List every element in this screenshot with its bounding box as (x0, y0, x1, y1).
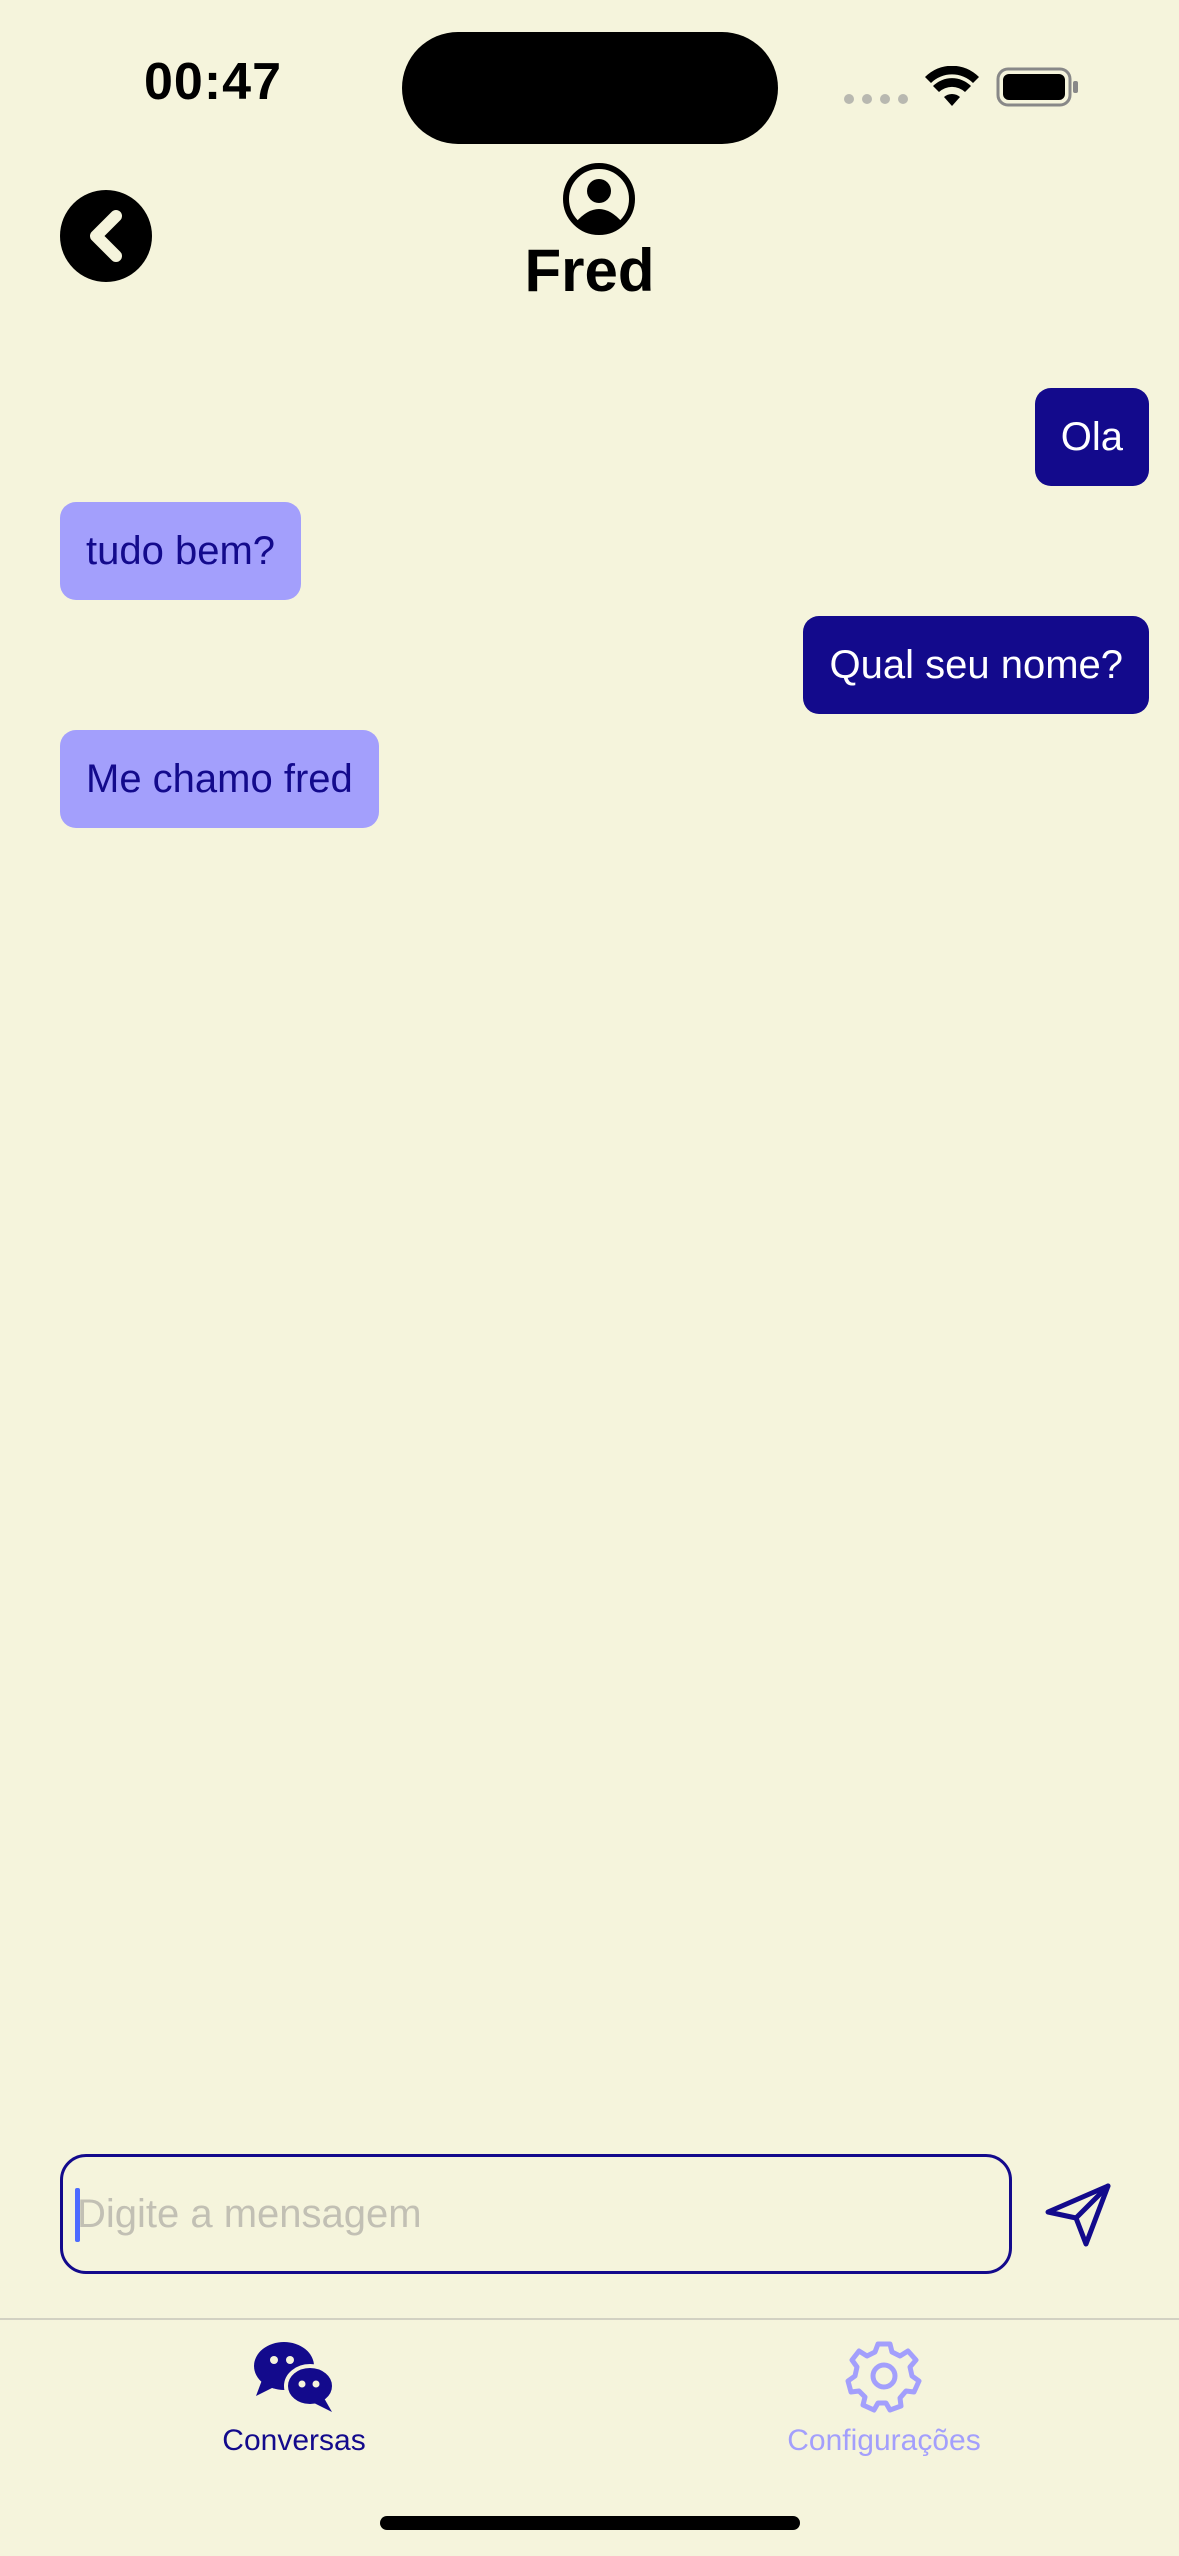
tab-conversas[interactable]: Conversas (124, 2340, 464, 2458)
person-circle-icon (563, 163, 635, 235)
received-message-bubble: tudo bem? (60, 502, 302, 600)
received-message-bubble: Me chamo fred (60, 730, 379, 828)
text-caret (75, 2188, 80, 2242)
tab-bar-divider (0, 2318, 1179, 2320)
chat-bubbles-icon (254, 2342, 336, 2412)
tab-configuracoes[interactable]: Configurações (714, 2340, 1054, 2458)
battery-icon (996, 67, 1078, 107)
tab-label: Configurações (787, 2424, 981, 2457)
wifi-icon (925, 66, 979, 106)
paper-plane-icon (1045, 2183, 1111, 2247)
message-input[interactable] (60, 2154, 1012, 2274)
send-button[interactable] (1036, 2172, 1120, 2256)
gear-icon (845, 2341, 922, 2413)
status-time: 00:47 (144, 53, 282, 111)
home-indicator (380, 2516, 800, 2530)
cellular-signal-icon (844, 94, 908, 104)
sent-message-bubble: Ola (1034, 388, 1149, 486)
contact-name: Fred (524, 237, 655, 304)
dynamic-island (402, 32, 778, 144)
tab-label: Conversas (222, 2424, 366, 2457)
sent-message-bubble: Qual seu nome? (803, 616, 1149, 714)
